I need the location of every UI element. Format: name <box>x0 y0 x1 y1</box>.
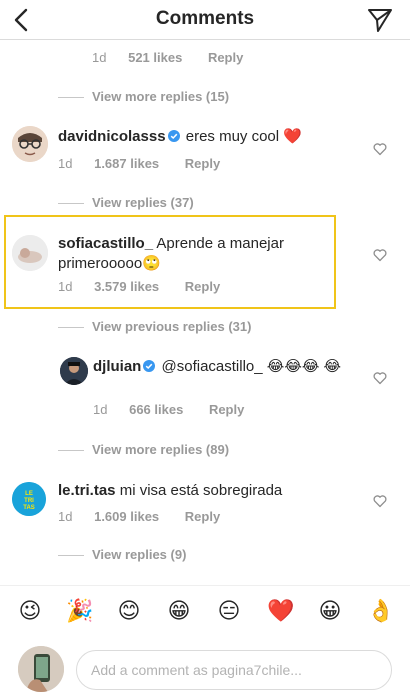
heart-icon[interactable] <box>373 371 387 385</box>
comment-time: 1d <box>58 279 73 294</box>
reply-meta: 1d 521 likes Reply <box>92 50 265 65</box>
svg-text:TRI: TRI <box>24 498 34 504</box>
emoji-grin-button[interactable]: 😁 <box>166 598 192 624</box>
avatar[interactable] <box>60 357 88 385</box>
view-more-replies-label[interactable]: View more replies (89) <box>92 442 229 457</box>
comment-text: davidnicolasss eres muy cool ❤️ <box>58 127 358 147</box>
letritas-logo-icon: LE TRI TAS <box>12 482 46 516</box>
comment-likes[interactable]: 3.579 likes <box>94 279 159 294</box>
comment-username[interactable]: le.tri.tas <box>58 482 116 499</box>
view-replies[interactable]: View replies (9) <box>58 547 186 562</box>
comment-text: le.tri.tas mi visa está sobregirada <box>58 481 358 501</box>
view-replies-label[interactable]: View replies (9) <box>92 547 186 562</box>
reply-button[interactable]: Reply <box>209 402 244 417</box>
view-previous-replies-label[interactable]: View previous replies (31) <box>92 319 251 334</box>
reply-body: @sofiacastillo_ 😂😂😂 😂 <box>161 358 342 375</box>
comment-meta: 1d 1.687 likes Reply <box>58 156 242 171</box>
emoji-wink-button[interactable]: 😉 <box>17 598 43 624</box>
comment-time: 1d <box>58 156 73 171</box>
avatar-face-icon <box>12 126 48 162</box>
divider-rule <box>58 327 84 329</box>
paper-plane-icon[interactable] <box>366 6 394 34</box>
comment-input[interactable]: Add a comment as pagina7chile... <box>76 650 392 690</box>
avatar-photo-icon <box>18 646 64 692</box>
emoji-heart-button[interactable]: ❤️ <box>267 598 294 624</box>
header-bar: Comments <box>0 0 410 40</box>
emoji-expressionless-button[interactable]: 😑 <box>216 598 242 624</box>
view-replies[interactable]: View replies (37) <box>58 195 194 210</box>
heart-icon[interactable] <box>373 142 387 156</box>
comment-meta: 1d 1.609 likes Reply <box>58 509 242 524</box>
comment-body: mi visa está sobregirada <box>119 482 283 499</box>
reply-text: djluian @sofiacastillo_ 😂😂😂 😂 <box>93 357 363 377</box>
emoji-party-button[interactable]: 🎉 <box>66 598 93 624</box>
reply-button[interactable]: Reply <box>185 279 220 294</box>
emoji-quick-bar: 😉 🎉 😊 😁 😑 ❤️ 😀 👌 <box>0 585 410 637</box>
svg-text:TAS: TAS <box>23 505 35 511</box>
heart-icon[interactable] <box>373 494 387 508</box>
avatar[interactable] <box>12 235 48 271</box>
page-title: Comments <box>155 8 255 29</box>
comment-meta: 1d 3.579 likes Reply <box>58 279 242 294</box>
comment-username[interactable]: sofiacastillo_ <box>58 235 153 252</box>
heart-icon[interactable] <box>373 248 387 262</box>
divider-rule <box>58 203 84 205</box>
avatar-photo-icon <box>12 235 48 271</box>
reply-meta: 1d 666 likes Reply <box>93 402 266 417</box>
view-previous-replies[interactable]: View previous replies (31) <box>58 319 251 334</box>
comment-body: eres muy cool ❤️ <box>185 128 302 145</box>
divider-rule <box>58 555 84 557</box>
comment-likes[interactable]: 1.687 likes <box>94 156 159 171</box>
comment-text: sofiacastillo_ Aprende a manejar primero… <box>58 234 338 274</box>
avatar-photo-icon <box>60 357 88 385</box>
reply-time: 1d <box>92 50 107 65</box>
reply-username[interactable]: djluian <box>93 358 141 375</box>
reply-likes[interactable]: 666 likes <box>129 402 183 417</box>
divider-rule <box>58 450 84 452</box>
reply-button[interactable]: Reply <box>185 509 220 524</box>
reply-time: 1d <box>93 402 108 417</box>
emoji-smile-button[interactable]: 😊 <box>116 598 142 624</box>
view-more-replies[interactable]: View more replies (89) <box>58 442 229 457</box>
view-more-replies-label[interactable]: View more replies (15) <box>92 89 229 104</box>
divider-rule <box>58 97 84 99</box>
avatar[interactable] <box>12 126 48 162</box>
emoji-grinning-button[interactable]: 😀 <box>317 598 343 624</box>
view-more-replies[interactable]: View more replies (15) <box>58 89 229 104</box>
verified-badge-icon <box>167 130 180 143</box>
view-replies-label[interactable]: View replies (37) <box>92 195 194 210</box>
emoji-ok-hand-button[interactable]: 👌 <box>367 598 394 624</box>
svg-text:LE: LE <box>25 491 33 497</box>
reply-button[interactable]: Reply <box>185 156 220 171</box>
comment-time: 1d <box>58 509 73 524</box>
my-avatar <box>18 646 64 692</box>
reply-button[interactable]: Reply <box>208 50 243 65</box>
comment-username[interactable]: davidnicolasss <box>58 128 166 145</box>
reply-likes[interactable]: 521 likes <box>128 50 182 65</box>
comment-likes[interactable]: 1.609 likes <box>94 509 159 524</box>
avatar[interactable]: LE TRI TAS <box>12 482 46 516</box>
verified-badge-icon <box>143 360 156 373</box>
compose-bar: Add a comment as pagina7chile... <box>0 640 410 700</box>
